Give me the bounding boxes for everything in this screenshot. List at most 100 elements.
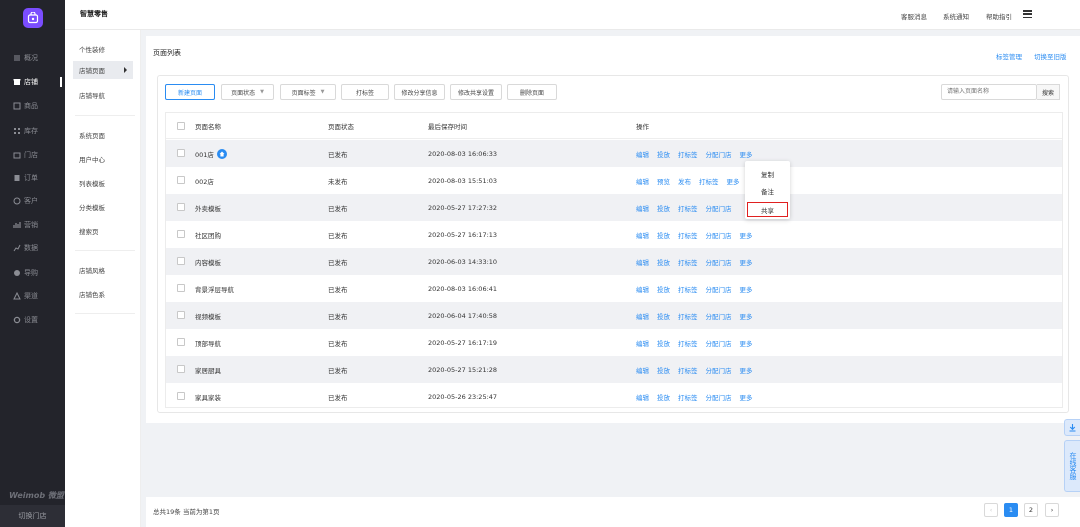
row-action-link[interactable]: 打标签 [678,392,698,402]
nav-item-store[interactable]: 店铺 [0,75,65,89]
row-action-link[interactable]: 投放 [657,203,670,213]
subnav-color-scheme[interactable]: 店铺色系 [79,289,105,299]
row-action-link[interactable]: 编辑 [636,230,649,240]
row-action-link[interactable]: 编辑 [636,176,649,186]
row-action-link[interactable]: 分配门店 [706,203,732,213]
row-action-link[interactable]: 投放 [657,257,670,267]
row-action-link[interactable]: 投放 [657,284,670,294]
row-action-link[interactable]: 打标签 [678,365,698,375]
row-checkbox[interactable] [177,257,185,265]
row-action-link[interactable]: 更多 [740,365,753,375]
row-action-link[interactable]: 打标签 [678,203,698,213]
row-action-link[interactable]: 打标签 [678,230,698,240]
edit-share-settings-button[interactable]: 修改共享设置 [450,84,502,100]
row-checkbox[interactable] [177,365,185,373]
nav-item-order[interactable]: 订单 [0,171,65,185]
search-input[interactable] [941,84,1037,100]
search-button[interactable]: 搜索 [1037,84,1060,100]
row-action-link[interactable]: 更多 [740,284,753,294]
row-checkbox[interactable] [177,392,185,400]
subnav-decoration[interactable]: 个性装修 [79,44,105,54]
row-action-link[interactable]: 更多 [740,338,753,348]
row-action-link[interactable]: 编辑 [636,365,649,375]
row-action-link[interactable]: 更多 [727,176,740,186]
row-action-link[interactable]: 投放 [657,338,670,348]
nav-item-shop[interactable]: 门店 [0,148,65,162]
system-notice-link[interactable]: 系统通知 [943,11,969,21]
new-page-button[interactable]: 新建页面 [165,84,215,100]
menu-icon[interactable] [1023,10,1032,18]
subnav-store-nav[interactable]: 店铺导航 [79,90,105,100]
share-menu-item[interactable]: 共享 [747,202,788,217]
nav-item-data[interactable]: 数据 [0,241,65,255]
row-action-link[interactable]: 编辑 [636,338,649,348]
page-2-button[interactable]: 2 [1024,503,1038,517]
row-action-link[interactable]: 打标签 [678,257,698,267]
delete-page-button[interactable]: 删除页面 [507,84,557,100]
switch-old-version-link[interactable]: 切换至旧版 [1034,51,1067,61]
row-action-link[interactable]: 编辑 [636,284,649,294]
switch-store-button[interactable]: 切换门店 [0,505,65,527]
nav-item-customer[interactable]: 客户 [0,194,65,208]
row-checkbox[interactable] [177,149,185,157]
nav-item-marketing[interactable]: 营销 [0,218,65,232]
row-action-link[interactable]: 分配门店 [706,392,732,402]
download-button[interactable] [1064,419,1080,436]
help-link[interactable]: 帮助指引 [986,11,1012,21]
row-action-link[interactable]: 打标签 [678,338,698,348]
row-checkbox[interactable] [177,284,185,292]
row-action-link[interactable]: 分配门店 [706,338,732,348]
row-checkbox[interactable] [177,176,185,184]
app-logo[interactable] [23,8,43,28]
row-action-link[interactable]: 分配门店 [706,365,732,375]
row-checkbox[interactable] [177,311,185,319]
online-service-button[interactable]: 在线客服 [1064,440,1080,492]
row-checkbox[interactable] [177,338,185,346]
subnav-search-page[interactable]: 搜索页 [79,226,99,236]
subnav-user-center[interactable]: 用户中心 [79,154,105,164]
row-action-link[interactable]: 投放 [657,392,670,402]
nav-item-channel[interactable]: 渠道 [0,289,65,303]
edit-share-info-button[interactable]: 修改分享信息 [394,84,445,100]
row-action-link[interactable]: 更多 [740,392,753,402]
copy-menu-item[interactable]: 复制 [745,166,790,181]
row-action-link[interactable]: 打标签 [678,284,698,294]
row-action-link[interactable]: 投放 [657,365,670,375]
row-checkbox[interactable] [177,203,185,211]
row-action-link[interactable]: 分配门店 [706,149,732,159]
row-action-link[interactable]: 分配门店 [706,257,732,267]
row-action-link[interactable]: 打标签 [678,149,698,159]
row-action-link[interactable]: 分配门店 [706,284,732,294]
subnav-category-template[interactable]: 分类模板 [79,202,105,212]
row-action-link[interactable]: 编辑 [636,392,649,402]
row-action-link[interactable]: 打标签 [678,311,698,321]
row-action-link[interactable]: 投放 [657,149,670,159]
row-action-link[interactable]: 编辑 [636,311,649,321]
select-all-checkbox[interactable] [177,122,185,130]
tag-button[interactable]: 打标签 [341,84,389,100]
row-action-link[interactable]: 更多 [740,149,753,159]
tag-management-link[interactable]: 标签管理 [996,51,1022,61]
nav-item-goods[interactable]: 商品 [0,99,65,113]
tag-select[interactable]: 页面标签 ▼ [280,84,336,100]
subnav-store-pages[interactable]: 店铺页面 [73,61,133,79]
remark-menu-item[interactable]: 备注 [745,183,790,198]
next-page-button[interactable]: › [1045,503,1059,517]
row-action-link[interactable]: 分配门店 [706,230,732,240]
row-action-link[interactable]: 更多 [740,230,753,240]
row-action-link[interactable]: 投放 [657,230,670,240]
customer-message-link[interactable]: 客服消息 [901,11,927,21]
subnav-list-template[interactable]: 列表模板 [79,178,105,188]
row-action-link[interactable]: 发布 [678,176,691,186]
prev-page-button[interactable]: ‹ [984,503,998,517]
row-action-link[interactable]: 编辑 [636,149,649,159]
row-action-link[interactable]: 预览 [657,176,670,186]
row-action-link[interactable]: 编辑 [636,203,649,213]
row-action-link[interactable]: 打标签 [699,176,719,186]
row-checkbox[interactable] [177,230,185,238]
row-action-link[interactable]: 更多 [740,257,753,267]
row-action-link[interactable]: 投放 [657,311,670,321]
nav-item-overview[interactable]: 概况 [0,51,65,65]
nav-item-inventory[interactable]: 库存 [0,124,65,138]
row-action-link[interactable]: 更多 [740,311,753,321]
